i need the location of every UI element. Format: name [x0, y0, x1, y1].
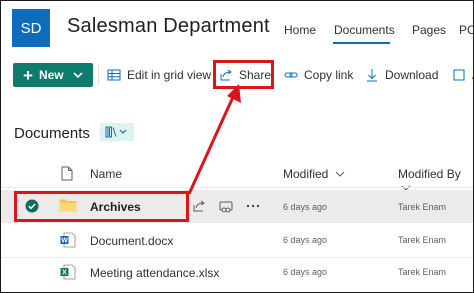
- excel-file-icon: X: [60, 264, 76, 280]
- file-type-column-icon[interactable]: [61, 166, 73, 181]
- row-activity-icon[interactable]: [219, 199, 233, 213]
- svg-text:X: X: [62, 270, 67, 277]
- chevron-down-icon: [335, 171, 345, 177]
- row-modified-by[interactable]: Tarek Enam: [398, 235, 446, 245]
- row-divider: [1, 257, 473, 258]
- share-highlight-box: [213, 60, 274, 89]
- chevron-down-icon: [73, 72, 83, 79]
- row-name-document[interactable]: Document.docx: [90, 234, 173, 248]
- edit-grid-view-button[interactable]: Edit in grid view: [107, 67, 211, 83]
- library-title: Documents: [14, 125, 90, 142]
- nav-pc[interactable]: PC: [459, 23, 473, 37]
- site-logo-text: SD: [20, 19, 42, 37]
- row-modified: 6 days ago: [283, 235, 328, 245]
- column-modified-by-label: Modified By: [398, 167, 461, 181]
- download-label: Download: [385, 68, 439, 82]
- plus-icon: +: [23, 65, 33, 85]
- row-modified-by[interactable]: Tarek Enam: [398, 202, 446, 212]
- link-icon: [284, 72, 298, 78]
- download-icon: [367, 69, 377, 82]
- row-name-meeting-attendance[interactable]: Meeting attendance.xlsx: [90, 266, 219, 280]
- row-share-icon[interactable]: [192, 199, 206, 213]
- archives-highlight-box: [14, 191, 189, 222]
- more-command-button[interactable]: A: [452, 67, 473, 83]
- nav-active-indicator: [333, 42, 390, 44]
- row-modified-by[interactable]: Tarek Enam: [398, 267, 446, 277]
- more-actions-icon[interactable]: [246, 203, 260, 209]
- column-name[interactable]: Name: [90, 167, 122, 181]
- grid-icon: [107, 69, 121, 81]
- sharepoint-window: SD Salesman Department Home Documents Pa…: [0, 0, 474, 293]
- copy-link-label: Copy link: [304, 68, 354, 82]
- command-separator: [98, 65, 99, 85]
- word-file-icon: W: [60, 232, 76, 248]
- site-logo[interactable]: SD: [12, 9, 50, 47]
- column-modified[interactable]: Modified: [283, 167, 345, 181]
- download-button[interactable]: Download: [365, 67, 438, 83]
- edit-grid-view-label: Edit in grid view: [127, 68, 212, 82]
- view-switcher[interactable]: [100, 123, 134, 141]
- nav-documents[interactable]: Documents: [334, 23, 395, 37]
- more-command-icon: [453, 69, 465, 81]
- site-title: Salesman Department: [67, 15, 270, 37]
- nav-pages[interactable]: Pages: [412, 23, 446, 37]
- library-view-icon: [105, 126, 127, 138]
- svg-text:W: W: [61, 238, 68, 245]
- new-button[interactable]: + New: [13, 63, 93, 87]
- column-modified-label: Modified: [283, 167, 329, 181]
- row-modified: 6 days ago: [283, 267, 328, 277]
- row-modified: 6 days ago: [283, 202, 328, 212]
- new-button-label: New: [38, 68, 64, 82]
- annotation-arrow: [187, 84, 241, 195]
- nav-home[interactable]: Home: [284, 23, 316, 37]
- copy-link-button[interactable]: Copy link: [284, 67, 353, 83]
- header-divider: [1, 187, 473, 188]
